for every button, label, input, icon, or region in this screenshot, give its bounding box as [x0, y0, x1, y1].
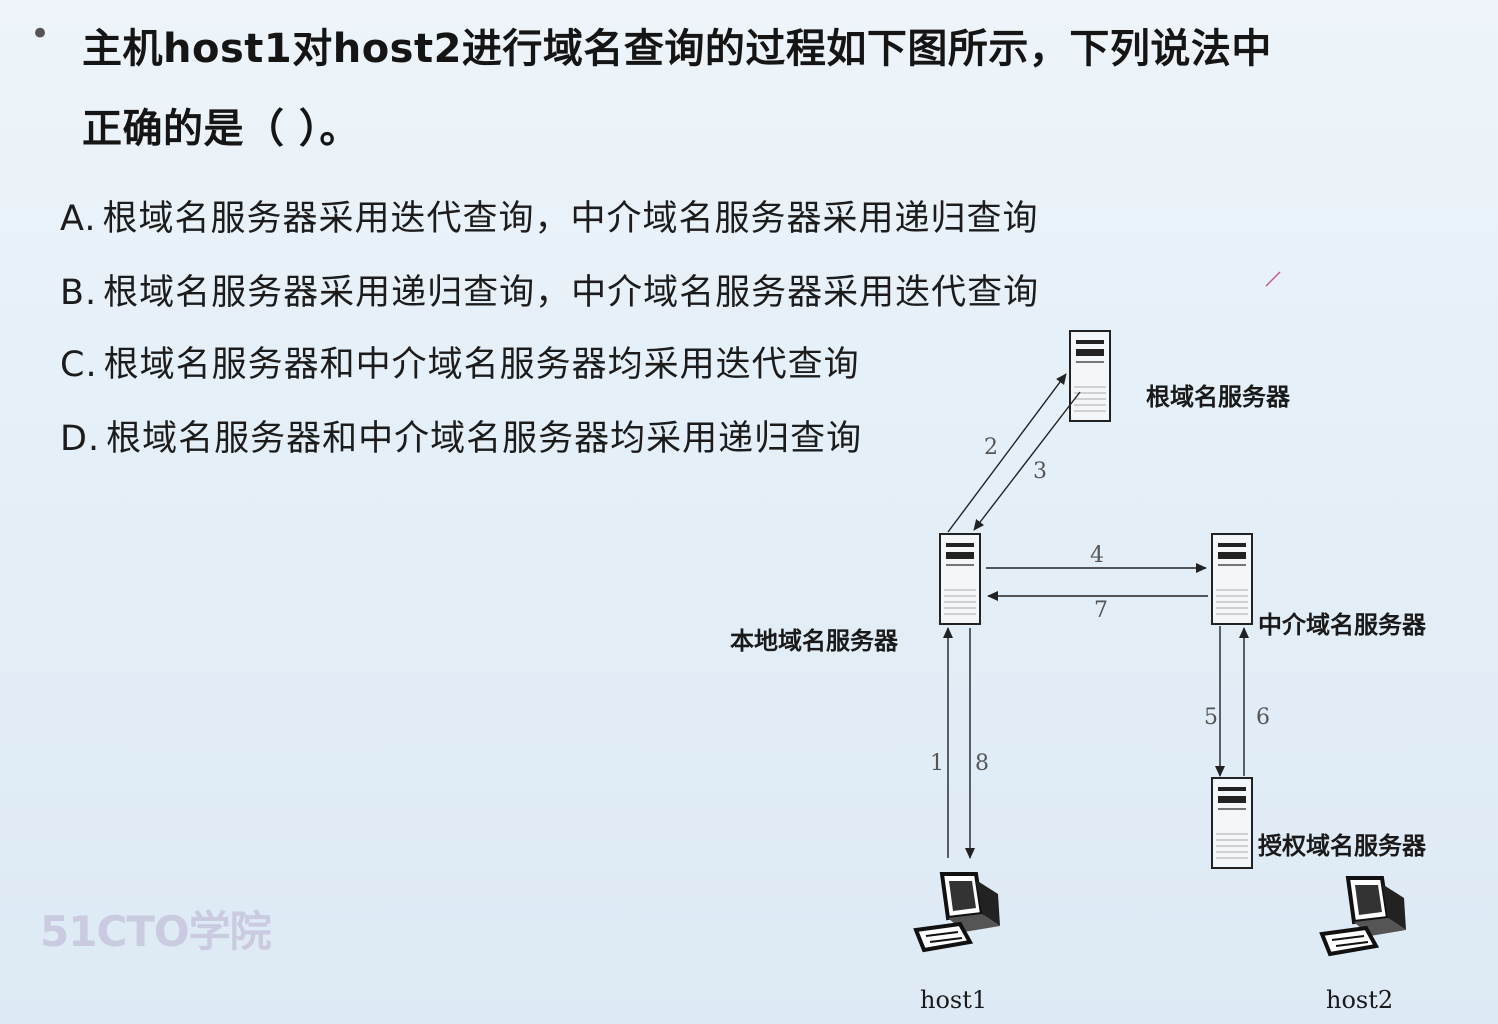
host2-computer-icon	[1320, 876, 1408, 956]
root-server-label: 根域名服务器	[1146, 382, 1291, 411]
host2-label: host2	[1326, 986, 1393, 1014]
step-3-label: 3	[1033, 459, 1047, 484]
authoritative-server-label: 授权域名服务器	[1258, 831, 1427, 860]
step-6-label: 6	[1256, 705, 1270, 730]
step-8-label: 8	[975, 751, 989, 776]
arrow-2	[947, 373, 1067, 533]
step-4-label: 4	[1090, 543, 1104, 568]
arrow-3	[973, 391, 1081, 531]
step-2-label: 2	[984, 435, 998, 460]
root-server-icon	[1069, 330, 1111, 422]
local-server-icon	[939, 533, 981, 625]
pen-cursor-icon	[1265, 271, 1281, 287]
watermark-logo: 51CTO学院	[40, 907, 272, 956]
authoritative-server-icon	[1211, 777, 1253, 869]
step-7-label: 7	[1094, 598, 1108, 623]
intermediate-server-label: 中介域名服务器	[1258, 610, 1427, 639]
step-5-label: 5	[1204, 705, 1218, 730]
step-1-label: 1	[930, 751, 944, 776]
host1-computer-icon	[914, 872, 1002, 952]
host1-label: host1	[920, 986, 987, 1014]
dns-query-diagram: 2 3 4 7 5 6 1 8 根域名服务器 本地域名服务器 中介域名服务器 授…	[730, 271, 1427, 1014]
intermediate-server-icon	[1211, 533, 1253, 625]
local-server-label: 本地域名服务器	[730, 626, 899, 655]
